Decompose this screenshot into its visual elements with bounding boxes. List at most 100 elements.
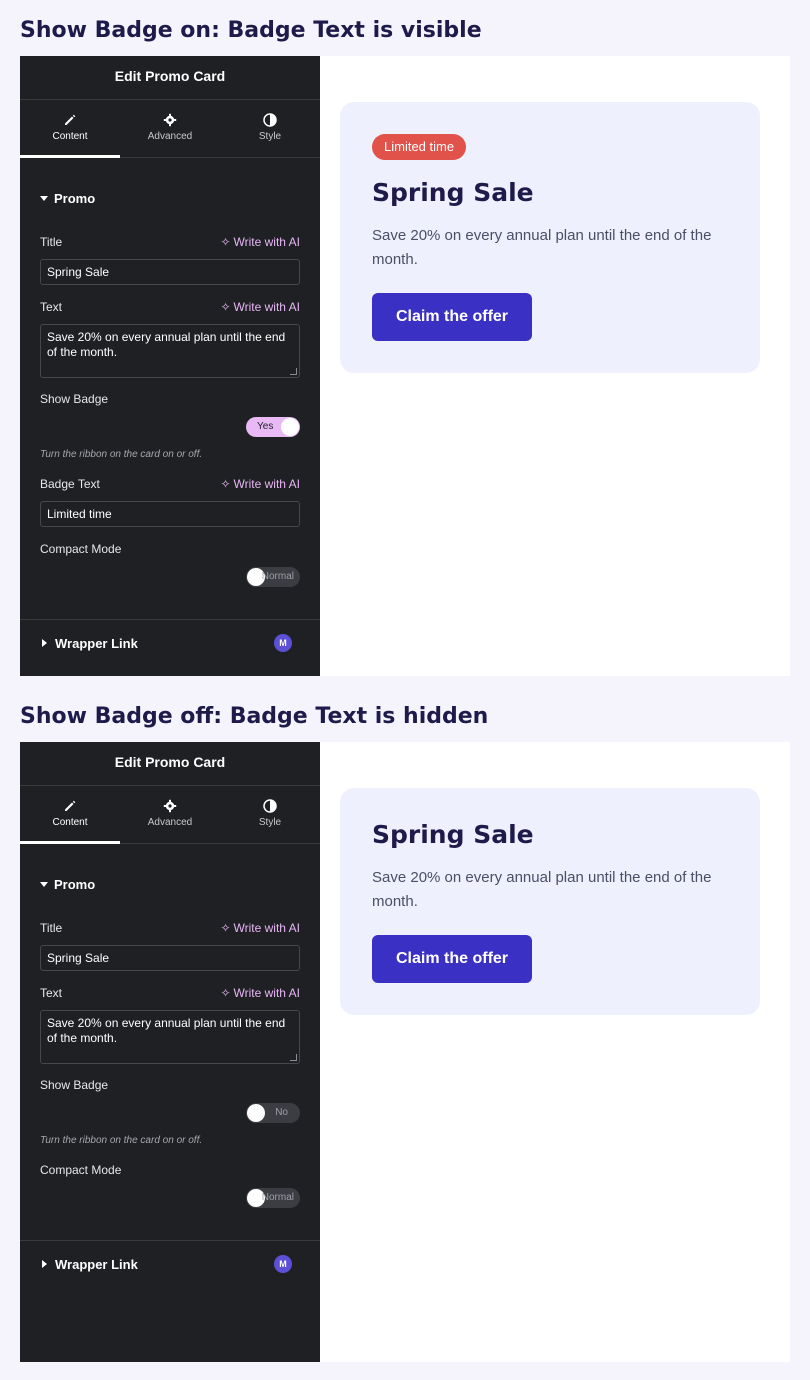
title-label: Title xyxy=(40,235,63,249)
show-badge-help: Turn the ribbon on the card on or off. xyxy=(40,1135,203,1146)
toggle-knob xyxy=(281,418,299,436)
resize-grip-icon[interactable] xyxy=(290,368,297,375)
tab-style-label: Style xyxy=(258,817,282,828)
title-field-row: Title ✧ Write with AI xyxy=(40,233,300,251)
text-textarea[interactable]: Save 20% on every annual plan until the … xyxy=(40,1010,300,1064)
compact-mode-label: Compact Mode xyxy=(40,1163,122,1177)
section-heading-badge-on: Show Badge on: Badge Text is visible xyxy=(20,18,482,43)
wrapper-link-label: Wrapper Link xyxy=(55,635,138,651)
show-badge-row: Show Badge xyxy=(40,1076,300,1094)
sparkle-icon: ✧ xyxy=(220,235,231,249)
caret-right-icon xyxy=(42,639,47,647)
wrapper-link-header: Wrapper Link xyxy=(40,1257,138,1272)
claim-offer-button[interactable]: Claim the offer xyxy=(372,293,533,341)
title-input[interactable]: Spring Sale xyxy=(40,945,300,971)
tab-content-label: Content xyxy=(52,817,88,828)
compact-mode-toggle-label: Normal xyxy=(261,571,294,582)
panel-body: Promo Title ✧ Write with AI Spring Sale T… xyxy=(20,871,320,1208)
tab-advanced-label: Advanced xyxy=(147,817,193,828)
gear-icon xyxy=(163,799,177,813)
text-textarea[interactable]: Save 20% on every annual plan until the … xyxy=(40,324,300,378)
promo-section-toggle[interactable]: Promo xyxy=(40,185,300,211)
claim-offer-button[interactable]: Claim the offer xyxy=(372,935,533,983)
tab-style[interactable]: Style xyxy=(220,786,320,843)
compact-mode-toggle[interactable]: Normal xyxy=(246,1188,300,1208)
show-badge-toggle[interactable]: Yes xyxy=(246,417,300,437)
show-badge-label: Show Badge xyxy=(40,392,109,406)
promo-badge: Limited time xyxy=(372,134,467,160)
caret-down-icon xyxy=(40,195,48,201)
text-textarea-value: Save 20% on every annual plan until the … xyxy=(47,1016,286,1045)
tab-advanced[interactable]: Advanced xyxy=(120,100,220,157)
contrast-icon xyxy=(263,799,277,813)
write-with-ai-label: Write with AI xyxy=(233,477,300,491)
sparkle-icon: ✧ xyxy=(220,921,231,935)
wrapper-link-label: Wrapper Link xyxy=(55,1256,138,1272)
editor-panel: Edit Promo Card Content Advanced Style P… xyxy=(20,56,320,676)
compact-mode-label: Compact Mode xyxy=(40,542,122,556)
preview-area: Limited time Spring Sale Save 20% on eve… xyxy=(320,56,790,676)
panel-divider xyxy=(20,1240,320,1241)
show-badge-label: Show Badge xyxy=(40,1078,109,1092)
write-with-ai-label: Write with AI xyxy=(233,235,300,249)
compact-switch-row: Normal xyxy=(40,567,300,587)
caret-down-icon xyxy=(40,881,48,887)
compact-mode-toggle[interactable]: Normal xyxy=(246,567,300,587)
write-with-ai-badge[interactable]: ✧ Write with AI xyxy=(220,477,300,491)
toggle-knob xyxy=(247,1104,265,1122)
badge-text-label: Badge Text xyxy=(40,477,100,491)
wrapper-link-toggle[interactable]: Wrapper Link M xyxy=(40,631,292,655)
write-with-ai-label: Write with AI xyxy=(233,986,300,1000)
tab-content-label: Content xyxy=(52,131,88,142)
title-label: Title xyxy=(40,921,63,935)
write-with-ai-text[interactable]: ✧ Write with AI xyxy=(220,300,300,314)
write-with-ai-title[interactable]: ✧ Write with AI xyxy=(220,235,300,249)
pencil-icon xyxy=(65,800,76,811)
tab-advanced[interactable]: Advanced xyxy=(120,786,220,843)
sparkle-icon: ✧ xyxy=(220,477,231,491)
wrapper-link-header: Wrapper Link xyxy=(40,636,138,651)
show-badge-switch-row: Yes xyxy=(40,417,300,437)
pro-badge-icon: M xyxy=(274,634,292,652)
show-badge-toggle[interactable]: No xyxy=(246,1103,300,1123)
editor-panel: Edit Promo Card Content Advanced Style P… xyxy=(20,742,320,1362)
promo-section-toggle[interactable]: Promo xyxy=(40,871,300,897)
tab-content[interactable]: Content xyxy=(20,100,120,158)
badge-text-input[interactable]: Limited time xyxy=(40,501,300,527)
compact-mode-row: Compact Mode xyxy=(40,1161,300,1179)
write-with-ai-title[interactable]: ✧ Write with AI xyxy=(220,921,300,935)
tab-advanced-label: Advanced xyxy=(147,131,193,142)
tab-content[interactable]: Content xyxy=(20,786,120,844)
demo-badge-off: Edit Promo Card Content Advanced Style P… xyxy=(20,742,790,1362)
promo-card: Spring Sale Save 20% on every annual pla… xyxy=(340,788,760,1015)
write-with-ai-label: Write with AI xyxy=(233,300,300,314)
show-badge-toggle-label: Yes xyxy=(257,421,274,432)
promo-section-label: Promo xyxy=(54,190,96,206)
tab-style[interactable]: Style xyxy=(220,100,320,157)
preview-area: Spring Sale Save 20% on every annual pla… xyxy=(320,742,790,1362)
show-badge-help: Turn the ribbon on the card on or off. xyxy=(40,449,203,460)
pro-badge-icon: M xyxy=(274,1255,292,1273)
card-title: Spring Sale xyxy=(372,820,534,849)
write-with-ai-label: Write with AI xyxy=(233,921,300,935)
resize-grip-icon[interactable] xyxy=(290,1054,297,1061)
wrapper-link-toggle[interactable]: Wrapper Link M xyxy=(40,1252,292,1276)
demo-badge-on: Edit Promo Card Content Advanced Style P… xyxy=(20,56,790,676)
sparkle-icon: ✧ xyxy=(220,986,231,1000)
write-with-ai-text[interactable]: ✧ Write with AI xyxy=(220,986,300,1000)
show-badge-toggle-label: No xyxy=(275,1107,288,1118)
text-label: Text xyxy=(40,300,63,314)
panel-divider xyxy=(20,619,320,620)
title-input[interactable]: Spring Sale xyxy=(40,259,300,285)
panel-title: Edit Promo Card xyxy=(20,56,320,100)
panel-body: Promo Title ✧ Write with AI Spring Sale T… xyxy=(20,185,320,587)
card-text: Save 20% on every annual plan until the … xyxy=(372,869,712,910)
panel-tabs: Content Advanced Style xyxy=(20,786,320,844)
text-field-row: Text ✧ Write with AI xyxy=(40,984,300,1002)
tab-style-label: Style xyxy=(258,131,282,142)
card-title: Spring Sale xyxy=(372,178,534,207)
promo-card: Limited time Spring Sale Save 20% on eve… xyxy=(340,102,760,373)
compact-switch-row: Normal xyxy=(40,1188,300,1208)
badge-text-row: Badge Text ✧ Write with AI xyxy=(40,475,300,493)
text-field-row: Text ✧ Write with AI xyxy=(40,298,300,316)
